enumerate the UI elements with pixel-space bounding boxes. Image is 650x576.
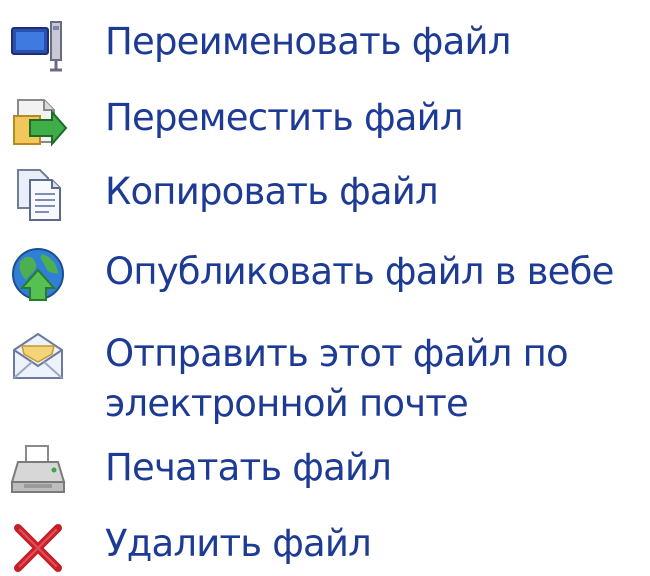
task-publish-web-label: Опубликовать файл в вебе (105, 250, 614, 293)
task-move-file[interactable]: Переместить файл (0, 90, 650, 150)
delete-icon (8, 516, 68, 576)
task-move-file-label: Переместить файл (105, 96, 464, 139)
task-copy-file[interactable]: Копировать файл (0, 164, 650, 224)
task-email-file-label-line1: Отправить этот файл по (105, 332, 569, 375)
task-email-file-label-line2: электронной почте (105, 382, 469, 425)
task-delete-file[interactable]: Удалить файл (0, 516, 650, 576)
task-print-file-label: Печатать файл (105, 446, 392, 489)
copy-icon (8, 164, 68, 224)
move-icon (8, 90, 68, 150)
task-rename-file[interactable]: Переименовать файл (0, 14, 650, 74)
task-print-file[interactable]: Печатать файл (0, 440, 650, 500)
print-icon (8, 440, 68, 500)
email-icon (8, 326, 68, 386)
file-tasks-panel: Переименовать файл Переместить файл Копи… (0, 0, 650, 576)
task-rename-file-label: Переименовать файл (105, 20, 511, 63)
rename-icon (8, 14, 68, 74)
publish-web-icon (8, 244, 68, 304)
task-delete-file-label: Удалить файл (105, 522, 372, 565)
task-copy-file-label: Копировать файл (105, 170, 439, 213)
task-publish-web[interactable]: Опубликовать файл в вебе (0, 244, 650, 304)
task-email-file[interactable]: Отправить этот файл по электронной почте (0, 326, 650, 430)
